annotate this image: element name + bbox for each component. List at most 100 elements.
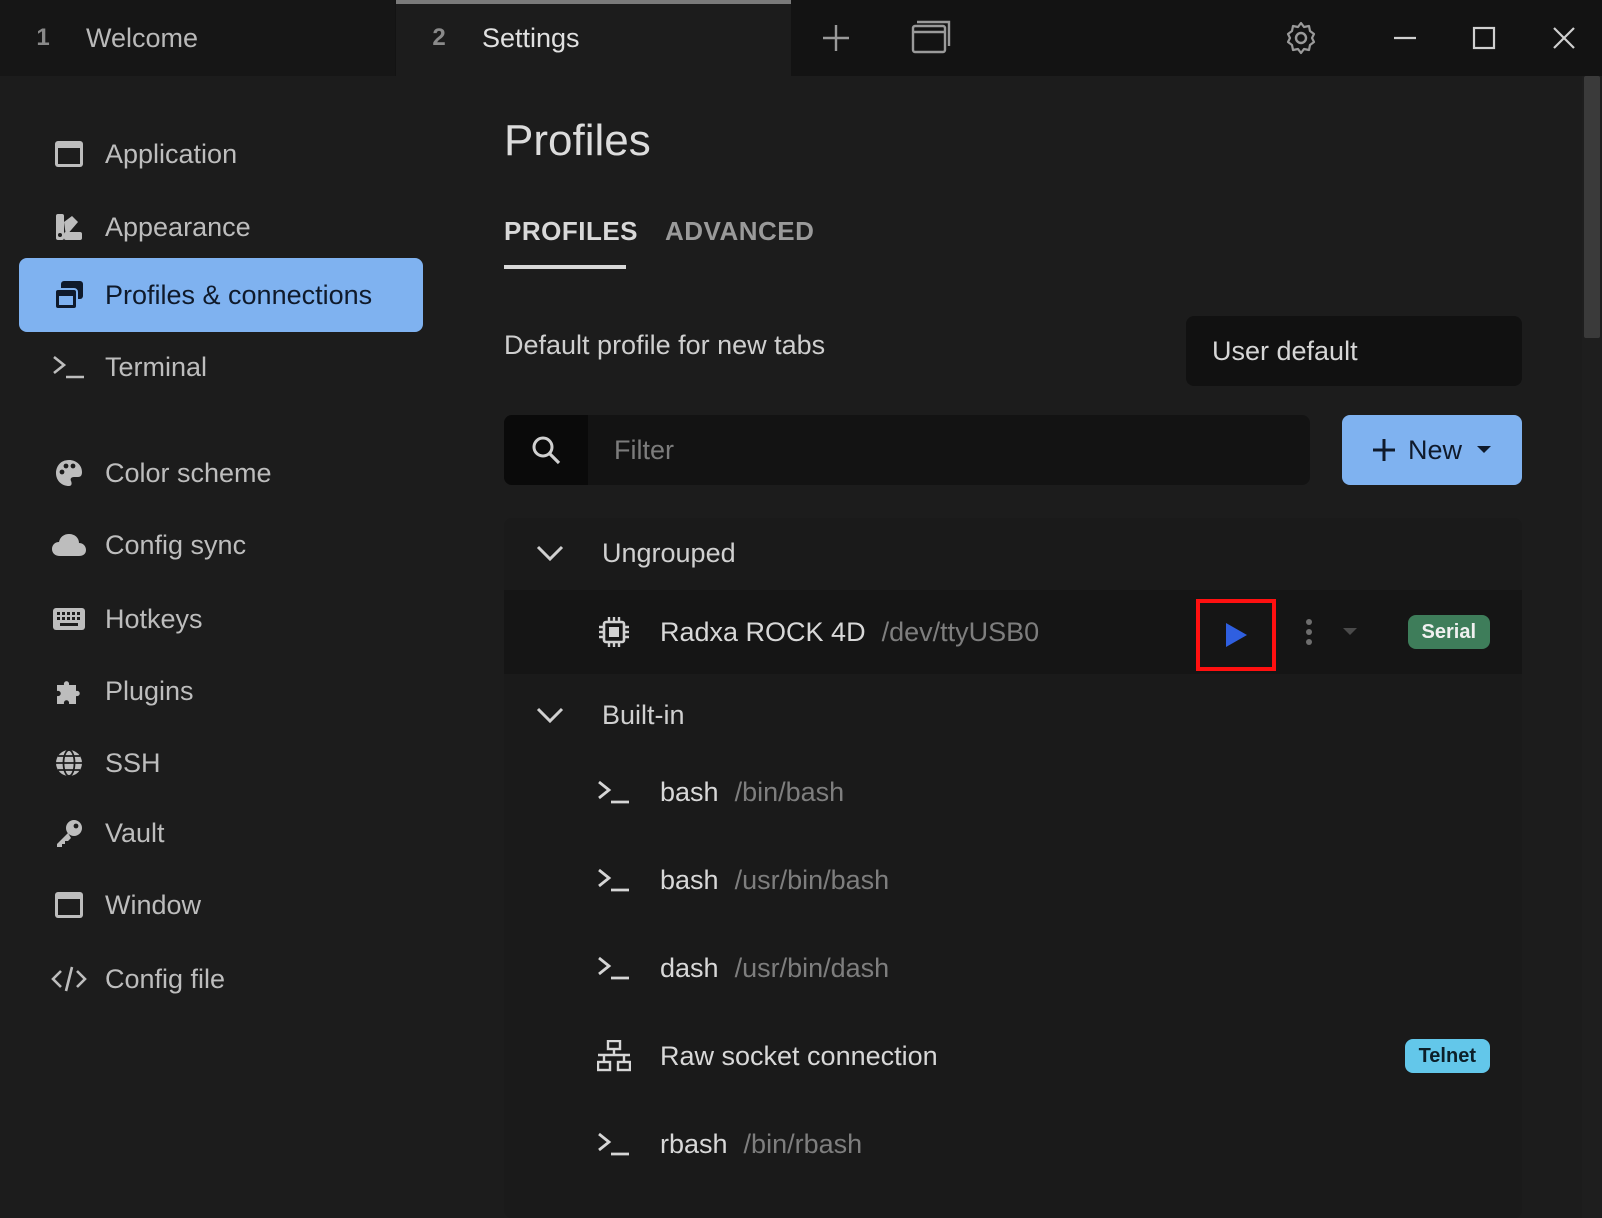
sidebar-item-color-scheme[interactable]: Color scheme: [19, 436, 423, 510]
sidebar-item-plugins[interactable]: Plugins: [19, 654, 423, 728]
profiles-list: Ungrouped Radxa ROCK 4D/dev/ttyUSB0 Seri…: [504, 518, 1522, 1218]
profile-name-group: dash/usr/bin/dash: [660, 953, 889, 984]
group-label: Ungrouped: [602, 537, 736, 568]
windows-stack-icon: [51, 277, 87, 313]
profile-menu-button[interactable]: [1304, 618, 1358, 646]
group-header-ungrouped[interactable]: Ungrouped: [504, 518, 1522, 588]
sidebar-item-label: Vault: [105, 817, 165, 848]
sidebar-item-appearance[interactable]: Appearance: [19, 190, 423, 264]
more-vertical-icon: [1306, 619, 1312, 645]
profile-name: Radxa ROCK 4D: [660, 616, 866, 647]
globe-icon: [51, 745, 87, 781]
tab-profiles[interactable]: PROFILES: [504, 216, 638, 247]
network-icon: [596, 1038, 632, 1074]
tab-advanced[interactable]: ADVANCED: [665, 216, 814, 247]
sidebar-item-label: Config file: [105, 963, 226, 994]
filter-input[interactable]: [588, 415, 1310, 485]
profile-name: Raw socket connection: [660, 1040, 938, 1071]
group-header-built-in[interactable]: Built-in: [504, 680, 1522, 750]
tab-settings[interactable]: 2 Settings: [396, 0, 791, 76]
profile-path: /usr/bin/dash: [734, 952, 890, 983]
profile-path: /dev/ttyUSB0: [881, 616, 1040, 647]
filter-bar: [504, 415, 1310, 485]
sidebar-item-label: Color scheme: [105, 457, 272, 488]
main-scrollbar[interactable]: [1582, 76, 1602, 1218]
profile-row[interactable]: Radxa ROCK 4D/dev/ttyUSB0 Serial: [504, 590, 1522, 674]
profile-row[interactable]: dash/usr/bin/dash: [504, 926, 1522, 1010]
profile-row[interactable]: bash/bin/bash: [504, 750, 1522, 834]
sidebar-item-config-file[interactable]: Config file: [19, 942, 423, 1016]
minimize-icon: [1394, 36, 1416, 40]
sidebar-item-label: Config sync: [105, 529, 247, 560]
sidebar-item-vault[interactable]: Vault: [19, 796, 423, 870]
sidebar-item-label: SSH: [105, 747, 161, 778]
profile-row[interactable]: bash/usr/bin/bash: [504, 838, 1522, 922]
profile-path: /bin/bash: [734, 776, 845, 807]
profile-name: rbash: [660, 1128, 728, 1159]
sidebar-item-config-sync[interactable]: Config sync: [19, 508, 423, 582]
caret-down-icon: [1343, 628, 1357, 635]
close-button[interactable]: [1540, 14, 1588, 62]
minimize-button[interactable]: [1381, 14, 1429, 62]
profile-name-group: Raw socket connection: [660, 1041, 938, 1072]
search-icon: [532, 436, 561, 465]
chevron-down-icon: [536, 545, 566, 561]
palette-swatch-icon: [51, 209, 87, 245]
profile-row[interactable]: rbash/bin/rbash: [504, 1102, 1522, 1186]
plus-icon: [1372, 438, 1396, 462]
tab-number: 1: [36, 24, 50, 51]
maximize-button[interactable]: [1460, 14, 1508, 62]
active-tab-indicator: [396, 0, 791, 4]
window-layout-button[interactable]: [907, 14, 955, 62]
terminal-icon: [596, 774, 632, 810]
sidebar-item-window[interactable]: Window: [19, 868, 423, 942]
terminal-icon: [596, 1126, 632, 1162]
gear-icon: [1286, 21, 1316, 55]
terminal-icon: [596, 950, 632, 986]
sidebar-item-application[interactable]: Application: [19, 117, 423, 191]
new-profile-button[interactable]: New: [1342, 415, 1522, 485]
code-icon: [51, 961, 87, 997]
cloud-icon: [51, 527, 87, 563]
launch-profile-button[interactable]: [1196, 599, 1276, 671]
profile-name-group: Radxa ROCK 4D/dev/ttyUSB0: [660, 617, 1039, 648]
settings-button[interactable]: [1277, 14, 1325, 62]
profile-name-group: rbash/bin/rbash: [660, 1129, 862, 1160]
profile-path: /bin/rbash: [743, 1128, 863, 1159]
sidebar-item-terminal[interactable]: Terminal: [19, 330, 423, 404]
type-badge-telnet: Telnet: [1404, 1039, 1490, 1073]
type-badge-serial: Serial: [1407, 615, 1490, 649]
sidebar-item-profiles-connections[interactable]: Profiles & connections: [19, 258, 423, 332]
search-icon-box: [504, 415, 588, 485]
sidebar-item-label: Profiles & connections: [105, 279, 373, 310]
add-tab-button[interactable]: [812, 14, 860, 62]
chevron-down-icon: [536, 707, 566, 723]
keyboard-icon: [51, 601, 87, 637]
sidebar-item-hotkeys[interactable]: Hotkeys: [19, 582, 423, 656]
sidebar-item-label: Hotkeys: [105, 603, 203, 634]
puzzle-icon: [51, 673, 87, 709]
default-profile-label: Default profile for new tabs: [504, 330, 826, 360]
profile-row[interactable]: Raw socket connection Telnet: [504, 1014, 1522, 1098]
active-tab-underline: [504, 265, 626, 269]
tab-welcome[interactable]: 1 Welcome: [0, 0, 395, 76]
scrollbar-thumb[interactable]: [1584, 76, 1600, 338]
profile-name-group: bash/usr/bin/bash: [660, 865, 889, 896]
add-tab-icon: [823, 25, 849, 51]
chip-icon: [596, 614, 632, 650]
group-label: Built-in: [602, 699, 685, 730]
window-icon: [911, 20, 951, 54]
settings-sidebar: Application Appearance Profiles & connec…: [0, 76, 440, 1218]
sidebar-item-label: Plugins: [105, 675, 194, 706]
page-title: Profiles: [504, 116, 651, 165]
palette-icon: [51, 455, 87, 491]
sidebar-item-ssh[interactable]: SSH: [19, 726, 423, 800]
default-profile-select[interactable]: User default: [1186, 316, 1522, 386]
new-button-label: New: [1408, 434, 1463, 465]
tab-number: 2: [432, 24, 446, 51]
tab-title: Welcome: [86, 22, 199, 53]
play-icon: [1226, 623, 1247, 647]
sidebar-item-label: Application: [105, 138, 238, 169]
tab-title: Settings: [482, 22, 580, 53]
profile-name: bash: [660, 776, 719, 807]
